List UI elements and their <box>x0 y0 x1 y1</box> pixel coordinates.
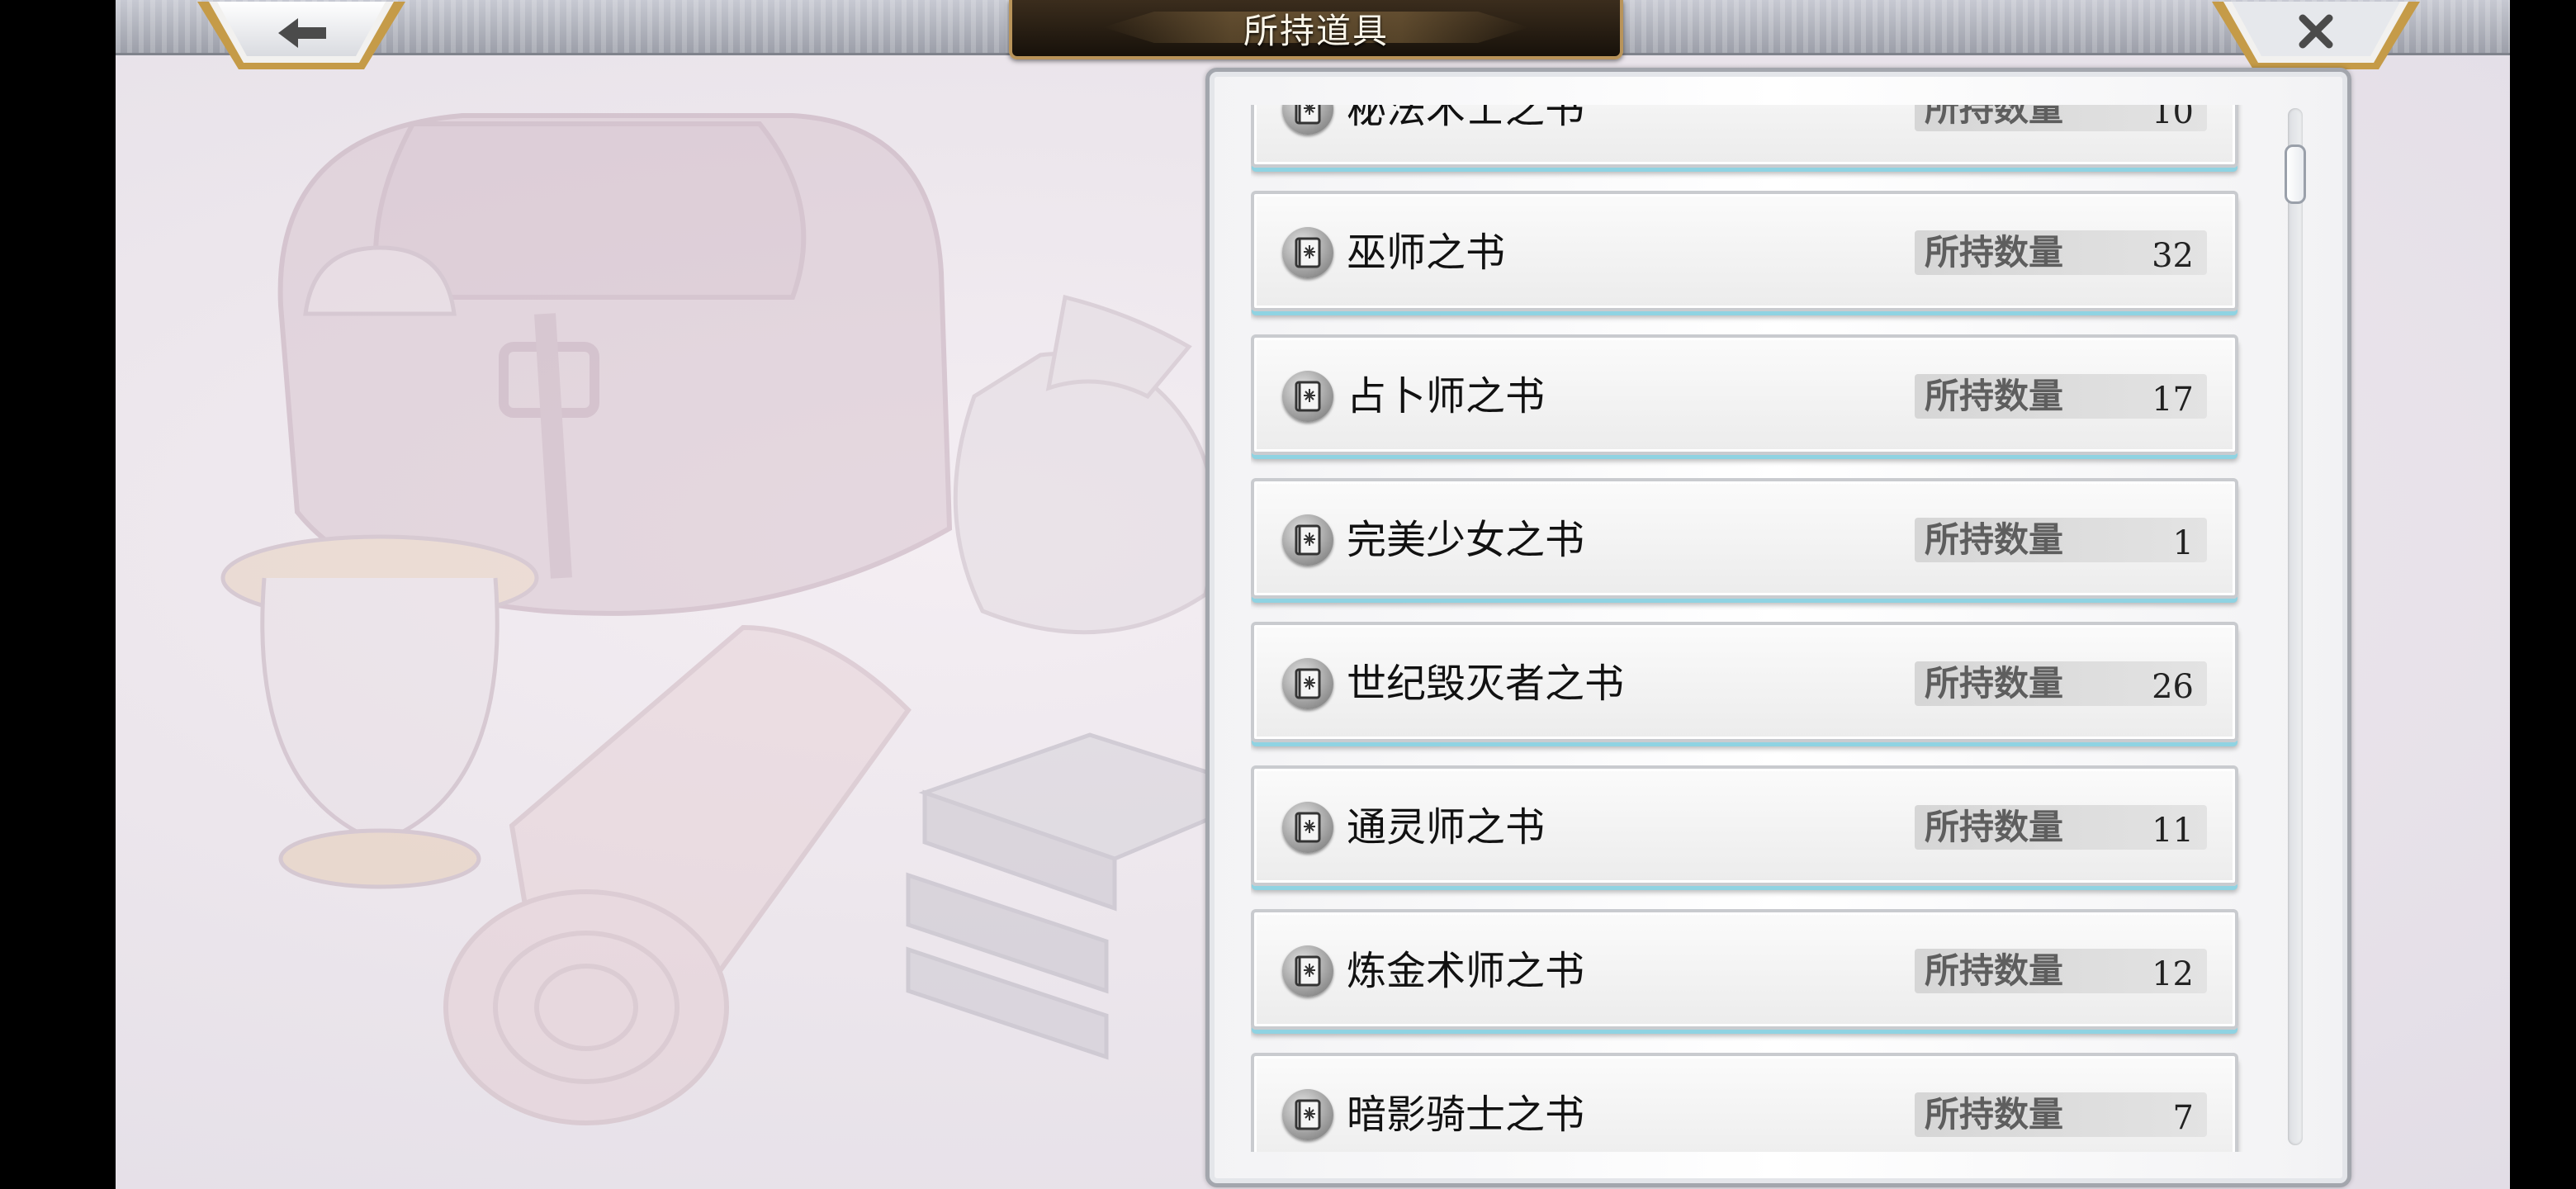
list-item[interactable]: 通灵师之书 所持数量 11 <box>1251 765 2238 886</box>
count-value: 11 <box>2152 812 2194 850</box>
count-box: 所持数量 17 <box>1915 374 2207 419</box>
item-list-track: 秘法术士之书 所持数量 10 巫师之书 所持数量 32 占卜师之书 所持数量 1… <box>1251 105 2250 1152</box>
close-button[interactable] <box>2209 0 2423 73</box>
count-label: 所持数量 <box>1925 232 2064 272</box>
count-label: 所持数量 <box>1925 807 2064 847</box>
close-x-icon <box>2212 2 2420 69</box>
scrollbar-thumb[interactable] <box>2285 144 2306 204</box>
item-list-panel: 秘法术士之书 所持数量 10 巫师之书 所持数量 32 占卜师之书 所持数量 1… <box>1205 68 2351 1187</box>
background-illustration <box>116 0 1278 1189</box>
scrollbar-track[interactable] <box>2285 108 2306 1145</box>
count-box: 所持数量 10 <box>1915 105 2207 131</box>
count-box: 所持数量 11 <box>1915 805 2207 850</box>
item-name: 炼金术师之书 <box>1347 948 1585 994</box>
count-label: 所持数量 <box>1925 663 2064 703</box>
item-list[interactable]: 秘法术士之书 所持数量 10 巫师之书 所持数量 32 占卜师之书 所持数量 1… <box>1251 105 2250 1152</box>
list-item[interactable]: 秘法术士之书 所持数量 10 <box>1251 105 2238 168</box>
book-icon <box>1282 371 1333 422</box>
count-label: 所持数量 <box>1925 376 2064 416</box>
book-icon <box>1282 658 1333 709</box>
count-label: 所持数量 <box>1925 519 2064 560</box>
list-item[interactable]: 炼金术师之书 所持数量 12 <box>1251 909 2238 1030</box>
count-value: 10 <box>2152 105 2194 131</box>
count-box: 所持数量 7 <box>1915 1092 2207 1137</box>
count-label: 所持数量 <box>1925 1094 2064 1135</box>
count-value: 1 <box>2172 524 2194 562</box>
count-box: 所持数量 12 <box>1915 949 2207 993</box>
count-label: 所持数量 <box>1925 950 2064 991</box>
count-value: 17 <box>2152 381 2194 419</box>
item-name: 秘法术士之书 <box>1347 105 1585 132</box>
page-title: 所持道具 <box>1243 10 1389 51</box>
book-icon <box>1282 514 1333 566</box>
game-screen: 所持道具 秘法术士之书 所持数量 10 巫师之书 所持数量 32 占卜师之书 所… <box>0 0 2576 1189</box>
inventory-screen: 所持道具 秘法术士之书 所持数量 10 巫师之书 所持数量 32 占卜师之书 所… <box>116 0 2510 1189</box>
item-name: 通灵师之书 <box>1347 804 1546 850</box>
count-value: 12 <box>2152 955 2194 993</box>
book-icon <box>1282 802 1333 853</box>
count-box: 所持数量 1 <box>1915 518 2207 562</box>
count-box: 所持数量 32 <box>1915 230 2207 275</box>
item-name: 占卜师之书 <box>1347 373 1546 419</box>
book-icon <box>1282 1089 1333 1140</box>
list-item[interactable]: 世纪毁灭者之书 所持数量 26 <box>1251 622 2238 742</box>
arrow-left-icon <box>197 2 405 69</box>
book-icon <box>1282 227 1333 278</box>
count-label: 所持数量 <box>1925 105 2064 129</box>
back-button[interactable] <box>194 0 409 73</box>
list-item[interactable]: 完美少女之书 所持数量 1 <box>1251 478 2238 599</box>
book-icon <box>1282 105 1333 135</box>
list-item[interactable]: 占卜师之书 所持数量 17 <box>1251 334 2238 455</box>
list-item[interactable]: 巫师之书 所持数量 32 <box>1251 191 2238 311</box>
item-name: 巫师之书 <box>1347 230 1506 276</box>
book-icon <box>1282 945 1333 997</box>
count-value: 26 <box>2152 668 2194 706</box>
item-name: 完美少女之书 <box>1347 517 1585 563</box>
count-value: 32 <box>2152 237 2194 275</box>
list-item[interactable]: 暗影骑士之书 所持数量 7 <box>1251 1053 2238 1152</box>
inventory-props-art <box>220 113 1278 1125</box>
item-name: 暗影骑士之书 <box>1347 1092 1585 1138</box>
count-box: 所持数量 26 <box>1915 661 2207 706</box>
count-value: 7 <box>2172 1099 2194 1137</box>
title-plate: 所持道具 <box>1009 0 1623 59</box>
item-name: 世纪毁灭者之书 <box>1347 661 1625 707</box>
